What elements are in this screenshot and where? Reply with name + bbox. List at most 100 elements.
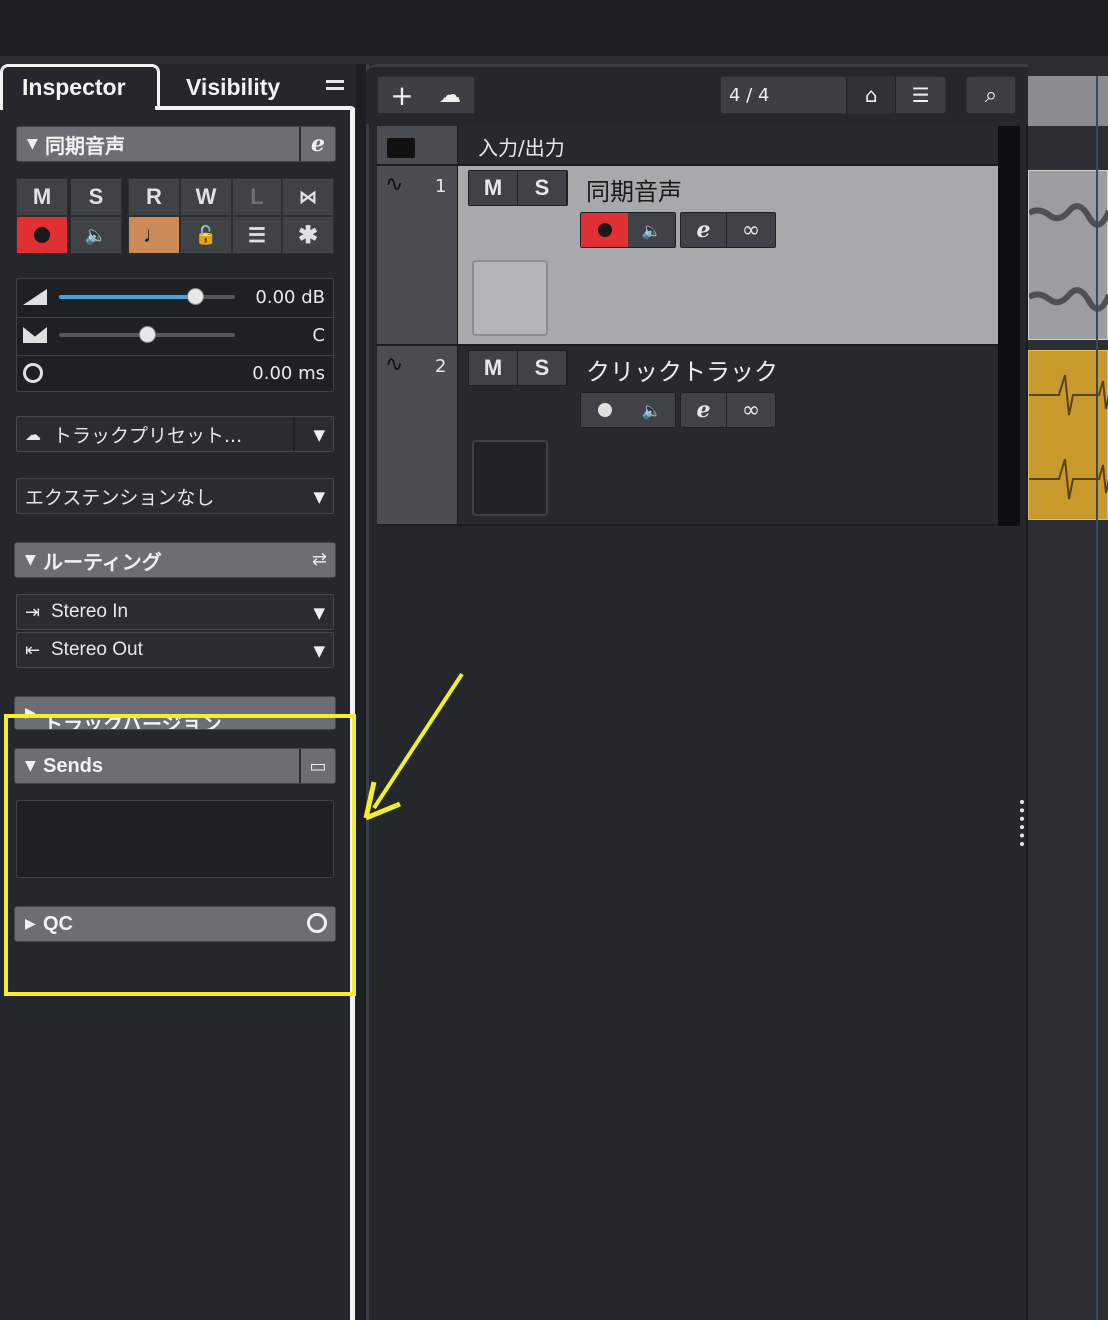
- pan-slider[interactable]: [59, 326, 235, 343]
- track-2-name: クリックトラック: [586, 358, 778, 386]
- track-2-rec-mon: 🔈: [580, 392, 676, 428]
- musical-mode-icon[interactable]: ♩: [128, 216, 180, 254]
- extension-dropdown[interactable]: エクステンションなし ▼: [16, 478, 334, 514]
- track-1[interactable]: M S 同期音声 🔈 ℯ ∞: [458, 166, 998, 344]
- track-2-monitor-speaker-icon[interactable]: 🔈: [628, 393, 675, 427]
- mute-button[interactable]: M: [16, 178, 68, 216]
- collapse-triangle-icon: ▼: [25, 552, 36, 568]
- menu-icon[interactable]: [326, 80, 344, 96]
- lock-l-button[interactable]: L: [232, 178, 282, 216]
- write-button[interactable]: W: [180, 178, 232, 216]
- track-1-solo-button[interactable]: S: [518, 171, 567, 205]
- track-1-edit-channel-icon[interactable]: ℯ: [681, 213, 727, 247]
- track-2-number: 2: [435, 356, 447, 377]
- track-2-stereo-icon[interactable]: ∞: [727, 393, 775, 427]
- time-signature[interactable]: 4 / 4: [729, 85, 846, 106]
- audio-waveform-icon: ∿: [385, 352, 404, 377]
- track-1-number: 1: [435, 176, 447, 197]
- track-list-scrollbar[interactable]: [998, 126, 1020, 526]
- track-2-number-cell: ∿ 2: [377, 346, 457, 524]
- output-label: Stereo Out: [51, 639, 143, 660]
- annotation-arrow-icon: [363, 672, 464, 821]
- track-1-mute-button[interactable]: M: [469, 171, 518, 205]
- audio-waveform-icon: ∿: [385, 172, 404, 197]
- extension-label: エクステンションなし: [25, 486, 215, 509]
- track-preset-icon[interactable]: ☁: [426, 83, 474, 108]
- top-divider: [0, 56, 1108, 64]
- read-button[interactable]: R: [128, 178, 180, 216]
- folder-track[interactable]: 入力/出力: [458, 126, 998, 164]
- track-1-rec-mon: 🔈: [580, 212, 676, 248]
- record-icon: [597, 403, 612, 417]
- volume-slider[interactable]: [59, 288, 235, 305]
- routing-title: ルーティング: [43, 549, 162, 574]
- home-icon[interactable]: ⌂: [845, 77, 896, 113]
- record-enable-button[interactable]: [16, 216, 68, 254]
- output-icon: ⇤: [25, 639, 41, 661]
- inspector-track-header[interactable]: ▼ 同期音声 ℯ: [16, 126, 336, 162]
- inspector-track-name: 同期音声: [45, 133, 125, 158]
- pan-value[interactable]: C: [312, 325, 325, 346]
- delay-clock-icon: [23, 363, 43, 383]
- folder-track-name: 入力/出力: [478, 136, 565, 160]
- monitor-speaker-icon[interactable]: 🔈: [70, 216, 122, 254]
- divider: [17, 355, 335, 356]
- search-icon[interactable]: ⌕: [966, 76, 1016, 114]
- track-1-name: 同期音声: [586, 178, 682, 206]
- track-1-number-cell: ∿ 1: [377, 166, 457, 344]
- freeze-icon[interactable]: ⋈: [282, 178, 334, 216]
- track-2-record-button[interactable]: [581, 393, 628, 427]
- record-icon: [597, 223, 612, 237]
- signature-control: 4 / 4 ⌂ ☰: [720, 76, 946, 114]
- record-icon: [34, 227, 50, 243]
- track-2-edit-channel-icon[interactable]: ℯ: [681, 393, 727, 427]
- routing-icon[interactable]: ⇄: [312, 549, 327, 570]
- track-2-solo-button[interactable]: S: [518, 351, 567, 385]
- track-2[interactable]: M S クリックトラック 🔈 ℯ ∞: [458, 346, 998, 524]
- output-routing-dropdown[interactable]: ⇤ Stereo Out ▼: [16, 632, 334, 668]
- lane-icon[interactable]: ☰: [232, 216, 282, 254]
- input-routing-dropdown[interactable]: ⇥ Stereo In ▼: [16, 594, 334, 630]
- pan-knob[interactable]: [139, 326, 156, 343]
- list-icon[interactable]: ☰: [895, 77, 945, 113]
- solo-button[interactable]: S: [70, 178, 122, 216]
- tab-inspector-label: Inspector: [22, 74, 126, 100]
- input-label: Stereo In: [51, 601, 129, 622]
- track-2-picture-slot[interactable]: [472, 440, 548, 516]
- tab-visibility[interactable]: Visibility: [186, 74, 280, 101]
- chevron-down-icon: ▼: [313, 642, 325, 660]
- add-track-icon[interactable]: +: [378, 79, 426, 112]
- chevron-down-icon: ▼: [313, 488, 325, 506]
- edit-channel-icon[interactable]: ℯ: [299, 127, 335, 161]
- add-track-group: + ☁: [377, 76, 475, 114]
- track-1-record-button[interactable]: [581, 213, 628, 247]
- track-1-monitor-speaker-icon[interactable]: 🔈: [628, 213, 675, 247]
- pan-icon: [23, 327, 47, 343]
- track-preset-dropdown[interactable]: ☁ トラックプリセット... ▼: [16, 416, 334, 452]
- divider-handle[interactable]: [1020, 800, 1026, 846]
- folder-number-cell: [377, 126, 457, 164]
- track-preset-label: トラックプリセット...: [53, 424, 243, 447]
- routing-section-header[interactable]: ▼ ルーティング ⇄: [14, 542, 336, 578]
- chevron-down-icon[interactable]: ▼: [313, 426, 325, 444]
- delay-value[interactable]: 0.00 ms: [252, 363, 325, 384]
- channel-params: 0.00 dB C 0.00 ms: [16, 278, 335, 392]
- lock-icon[interactable]: 🔓: [180, 216, 232, 254]
- volume-value[interactable]: 0.00 dB: [255, 287, 325, 308]
- track-1-edit-group: ℯ ∞: [680, 212, 776, 248]
- chevron-down-icon: ▼: [313, 604, 325, 622]
- inspector-border: [155, 106, 355, 110]
- track-1-stereo-icon[interactable]: ∞: [727, 213, 775, 247]
- track-2-ms: M S: [468, 350, 568, 386]
- annotation-highlight-box: [4, 714, 356, 996]
- volume-icon: [23, 289, 47, 305]
- track-1-picture-slot[interactable]: [472, 260, 548, 336]
- input-icon: ⇥: [25, 601, 41, 623]
- volume-fill: [59, 295, 195, 299]
- track-2-mute-button[interactable]: M: [469, 351, 518, 385]
- top-bar: [0, 0, 1108, 56]
- collapse-triangle-icon: ▼: [27, 136, 38, 152]
- preset-icon: ☁: [25, 424, 41, 444]
- asterisk-icon[interactable]: ✱: [282, 216, 334, 254]
- volume-knob[interactable]: [186, 288, 204, 305]
